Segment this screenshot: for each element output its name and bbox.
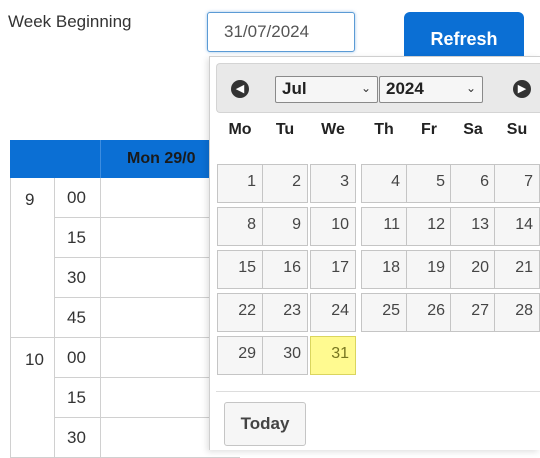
minute-cell: 00 — [55, 178, 101, 218]
today-button[interactable]: Today — [224, 402, 306, 446]
minute-cell: 15 — [55, 378, 101, 418]
day-cell[interactable]: 14 — [494, 207, 540, 246]
minute-cell: 45 — [55, 298, 101, 338]
hour-cell: 9 — [10, 178, 55, 338]
day-cell[interactable]: 12 — [406, 207, 452, 246]
chevron-right-circle-icon[interactable]: ▶ — [513, 80, 531, 98]
week-beginning-date-input[interactable] — [207, 12, 355, 52]
day-cell[interactable]: 10 — [310, 207, 356, 246]
month-select-value: Jul — [282, 79, 307, 98]
day-cell[interactable]: 28 — [494, 293, 540, 332]
weekday-header: We — [321, 121, 345, 138]
minute-cell: 15 — [55, 218, 101, 258]
day-cell[interactable]: 22 — [217, 293, 263, 332]
day-cell[interactable]: 17 — [310, 250, 356, 289]
day-cell[interactable]: 5 — [406, 164, 452, 203]
chevron-down-icon: ⌄ — [465, 81, 476, 95]
day-cell[interactable]: 20 — [450, 250, 496, 289]
chevron-down-icon: ⌄ — [360, 81, 371, 95]
minute-cell: 30 — [55, 258, 101, 298]
weekday-header: Th — [374, 121, 394, 138]
datepicker-popup: ◀ Jul ⌄ 2024 ⌄ ▶ Mo Tu We Th Fr Sa Su 12345678… — [209, 56, 540, 450]
minute-cell: 30 — [55, 418, 101, 458]
day-cell-selected[interactable]: 31 — [310, 336, 356, 375]
datepicker-divider — [216, 391, 540, 392]
weekday-header: Sa — [463, 121, 483, 138]
day-cell[interactable]: 27 — [450, 293, 496, 332]
weekday-header: Su — [506, 121, 528, 138]
chevron-left-circle-icon[interactable]: ◀ — [231, 80, 249, 98]
day-cell[interactable]: 16 — [262, 250, 308, 289]
hour-cell: 10 — [10, 338, 55, 458]
day-cell[interactable]: 3 — [310, 164, 356, 203]
day-cell[interactable]: 9 — [262, 207, 308, 246]
day-cell[interactable]: 7 — [494, 164, 540, 203]
year-select-value: 2024 — [386, 79, 424, 98]
year-select[interactable]: 2024 ⌄ — [379, 76, 483, 103]
schedule-header: Mon 29/0 — [10, 140, 240, 178]
day-cell[interactable]: 18 — [361, 250, 407, 289]
minute-cell: 00 — [55, 338, 101, 378]
day-cell[interactable]: 15 — [217, 250, 263, 289]
day-cell[interactable]: 11 — [361, 207, 407, 246]
day-cell[interactable]: 23 — [262, 293, 308, 332]
weekday-header: Fr — [421, 121, 437, 138]
day-cell[interactable]: 1 — [217, 164, 263, 203]
day-cell[interactable]: 19 — [406, 250, 452, 289]
day-cell[interactable]: 4 — [361, 164, 407, 203]
datepicker-header: ◀ Jul ⌄ 2024 ⌄ ▶ — [216, 63, 540, 113]
day-cell[interactable]: 24 — [310, 293, 356, 332]
day-cell[interactable]: 6 — [450, 164, 496, 203]
day-cell[interactable]: 2 — [262, 164, 308, 203]
weekday-header: Tu — [275, 121, 295, 138]
month-select[interactable]: Jul ⌄ — [275, 76, 378, 103]
day-cell[interactable]: 25 — [361, 293, 407, 332]
day-cell[interactable]: 29 — [217, 336, 263, 375]
day-cell[interactable]: 8 — [217, 207, 263, 246]
weekday-header: Mo — [228, 121, 252, 138]
day-cell[interactable]: 13 — [450, 207, 496, 246]
day-cell[interactable]: 21 — [494, 250, 540, 289]
refresh-button[interactable]: Refresh — [404, 12, 524, 62]
day-cell[interactable]: 30 — [262, 336, 308, 375]
week-beginning-label: Week Beginning — [8, 12, 132, 31]
day-cell[interactable]: 26 — [406, 293, 452, 332]
